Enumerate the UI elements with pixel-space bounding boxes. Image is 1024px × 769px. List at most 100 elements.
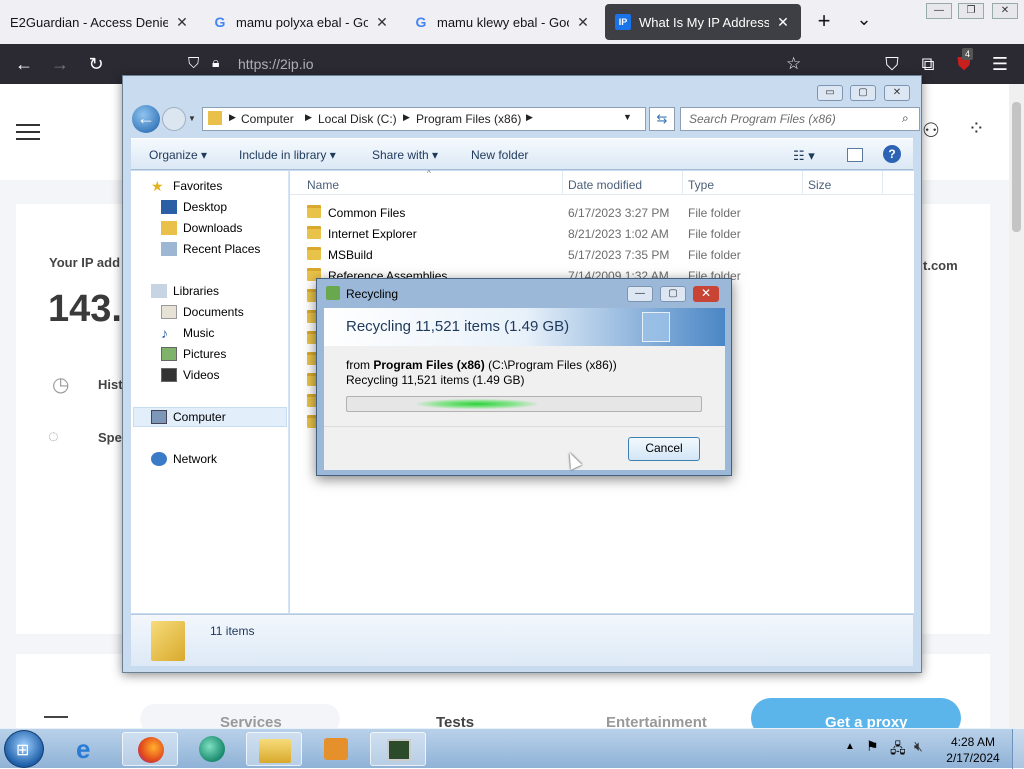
- column-divider[interactable]: [562, 171, 563, 195]
- nav-network[interactable]: Network: [151, 452, 217, 466]
- breadcrumb-local-disk[interactable]: Local Disk (C:): [318, 112, 397, 126]
- file-row[interactable]: Common Files 6/17/2023 3:27 PM File fold…: [290, 202, 890, 223]
- maximize-icon[interactable]: ▢: [850, 85, 876, 101]
- taskbar-internet-explorer[interactable]: e: [62, 732, 118, 766]
- close-tab-icon[interactable]: ✕: [374, 14, 390, 31]
- breadcrumb-computer[interactable]: Computer: [241, 112, 294, 126]
- nav-music[interactable]: ♪ Music: [161, 326, 214, 340]
- forward-arrow-icon[interactable]: →: [50, 54, 70, 74]
- taskbar-explorer[interactable]: [246, 732, 302, 766]
- file-type: File folder: [688, 227, 741, 241]
- column-divider[interactable]: [882, 171, 883, 195]
- lock-icon[interactable]: 🔒︎: [212, 54, 219, 71]
- taskbar-firefox[interactable]: [122, 732, 178, 766]
- breadcrumb-chevron-icon[interactable]: ▶: [229, 112, 236, 123]
- apps-grid-icon[interactable]: ⁘: [968, 116, 985, 141]
- close-icon[interactable]: ✕: [992, 3, 1018, 19]
- column-divider[interactable]: [682, 171, 683, 195]
- nav-menu-icon[interactable]: [44, 716, 68, 726]
- hamburger-icon[interactable]: [16, 124, 40, 140]
- close-icon[interactable]: ✕: [693, 286, 719, 302]
- close-icon[interactable]: ✕: [884, 85, 910, 101]
- preview-pane-icon[interactable]: [847, 148, 863, 162]
- close-tab-icon[interactable]: ✕: [575, 14, 591, 31]
- nav-pictures[interactable]: Pictures: [161, 347, 226, 361]
- column-type[interactable]: Type: [688, 178, 714, 192]
- nav-libraries[interactable]: Libraries: [151, 284, 219, 298]
- column-date-modified[interactable]: Date modified: [568, 178, 642, 192]
- breadcrumb-chevron-icon[interactable]: ▶: [526, 112, 533, 123]
- extensions-icon[interactable]: ⧉: [918, 54, 938, 74]
- close-tab-icon[interactable]: ✕: [775, 14, 791, 31]
- address-dropdown-icon[interactable]: ▼: [623, 112, 632, 122]
- back-arrow-icon[interactable]: ←: [132, 105, 160, 133]
- bookmark-star-icon[interactable]: ☆: [786, 54, 801, 74]
- scrollbar-thumb[interactable]: [1012, 102, 1021, 232]
- cancel-button[interactable]: Cancel: [628, 437, 700, 461]
- page-scrollbar[interactable]: [1009, 84, 1024, 728]
- new-folder-button[interactable]: New folder: [471, 148, 528, 162]
- tab-google-search-2[interactable]: G mamu klewy ebal - Google ✕: [403, 4, 601, 40]
- tab-what-is-my-ip[interactable]: IP What Is My IP Address - Ch ✕: [605, 4, 801, 40]
- tab-google-search-1[interactable]: G mamu polyxa ebal - Google ✕: [202, 4, 400, 40]
- file-row[interactable]: MSBuild 5/17/2023 7:35 PM File folder: [290, 244, 890, 265]
- start-button[interactable]: ⊞: [4, 730, 44, 768]
- list-all-tabs-button[interactable]: ⌄: [852, 10, 876, 34]
- share-with-button[interactable]: Share with ▾: [372, 148, 438, 162]
- file-row[interactable]: Internet Explorer 8/21/2023 1:02 AM File…: [290, 223, 890, 244]
- organize-button[interactable]: Organize ▾: [149, 148, 207, 162]
- nav-computer[interactable]: Computer: [151, 410, 226, 424]
- address-bar[interactable]: ▶ Computer ▶ Local Disk (C:) ▶ Program F…: [202, 107, 646, 131]
- shield-icon[interactable]: ⛉: [188, 55, 199, 72]
- nav-desktop[interactable]: Desktop: [161, 200, 227, 214]
- view-options-icon[interactable]: ☷ ▾: [793, 148, 815, 164]
- show-desktop-button[interactable]: [1012, 729, 1024, 769]
- url-text[interactable]: https://2ip.io: [238, 56, 314, 72]
- forward-arrow-icon[interactable]: [162, 107, 186, 131]
- back-arrow-icon[interactable]: ←: [14, 54, 34, 74]
- ip-label: Your IP add: [49, 255, 121, 270]
- close-tab-icon[interactable]: ✕: [174, 14, 190, 31]
- minimize-icon[interactable]: —: [627, 286, 653, 302]
- from-path: (C:\Program Files (x86)): [488, 358, 617, 372]
- new-tab-button[interactable]: +: [812, 10, 836, 34]
- include-in-library-button[interactable]: Include in library ▾: [239, 148, 336, 162]
- minimize-icon[interactable]: —: [926, 3, 952, 19]
- column-divider[interactable]: [802, 171, 803, 195]
- action-center-flag-icon[interactable]: ⚑: [866, 738, 879, 755]
- history-label[interactable]: Hist: [98, 377, 123, 392]
- system-clock[interactable]: 4:28 AM 2/17/2024: [938, 734, 1008, 766]
- network-tray-icon[interactable]: 🖧︎: [890, 738, 906, 762]
- taskbar-app[interactable]: [184, 732, 240, 766]
- nav-recent-places[interactable]: Recent Places: [161, 242, 260, 256]
- dialog-heading: Recycling 11,521 items (1.49 GB): [346, 318, 570, 335]
- reload-icon[interactable]: ↻: [86, 54, 106, 74]
- taskbar-media-player[interactable]: [308, 732, 364, 766]
- tab-access-denied[interactable]: E2Guardian - Access Denied ✕: [0, 4, 200, 40]
- pocket-icon[interactable]: ⛉: [882, 54, 902, 74]
- column-size[interactable]: Size: [808, 178, 831, 192]
- nav-downloads[interactable]: Downloads: [161, 221, 242, 235]
- breadcrumb-chevron-icon[interactable]: ▶: [403, 112, 410, 123]
- star-icon: ★: [151, 178, 164, 194]
- nav-documents[interactable]: Documents: [161, 305, 244, 319]
- restore-icon[interactable]: ❐: [958, 3, 984, 19]
- volume-muted-icon[interactable]: 🔇︎: [914, 738, 923, 755]
- search-icon[interactable]: ⌕: [902, 111, 909, 126]
- menu-icon[interactable]: ☰: [990, 54, 1010, 74]
- user-icon[interactable]: ⚇: [922, 118, 940, 143]
- column-name[interactable]: Name: [307, 178, 339, 192]
- breadcrumb-chevron-icon[interactable]: ▶: [305, 112, 312, 123]
- help-icon[interactable]: ?: [883, 145, 901, 163]
- nav-favorites[interactable]: ★ Favorites: [151, 179, 222, 193]
- minimize-icon[interactable]: ▭: [817, 85, 843, 101]
- maximize-icon[interactable]: ▢: [660, 286, 686, 302]
- nav-videos[interactable]: Videos: [161, 368, 219, 382]
- refresh-icon[interactable]: ⇆: [649, 107, 675, 131]
- speed-label[interactable]: Spe: [98, 430, 122, 445]
- show-hidden-icons-chevron-icon[interactable]: ▲: [845, 741, 855, 752]
- recent-pages-chevron-icon[interactable]: ▼: [188, 114, 196, 123]
- taskbar-task-manager[interactable]: [370, 732, 426, 766]
- search-box[interactable]: Search Program Files (x86) ⌕: [680, 107, 920, 131]
- breadcrumb-program-files[interactable]: Program Files (x86): [416, 112, 521, 126]
